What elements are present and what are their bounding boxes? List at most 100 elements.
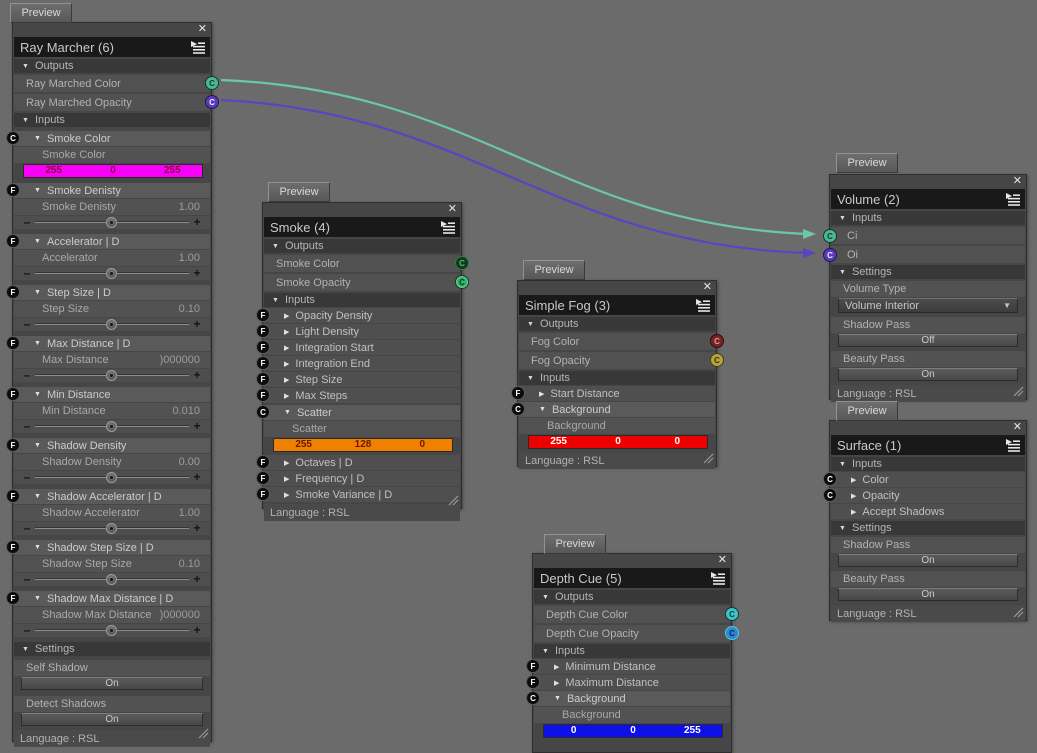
input-port-ci[interactable]: C	[823, 229, 837, 243]
slider-plus-icon[interactable]: +	[192, 522, 202, 535]
color-swatch[interactable]: 0 0 255	[543, 724, 723, 738]
input-row[interactable]: F ▶ Integration End	[256, 356, 460, 371]
input-port[interactable]: F	[6, 489, 20, 503]
output-port-opacity[interactable]: C	[725, 626, 739, 640]
slider-handle[interactable]	[106, 574, 117, 585]
slider-minus-icon[interactable]: –	[22, 267, 32, 280]
collapse-triangle-icon[interactable]: ▼	[34, 391, 41, 398]
expand-triangle-icon[interactable]: ▶	[539, 390, 544, 398]
close-icon[interactable]: ✕	[448, 202, 457, 216]
slider-minus-icon[interactable]: –	[22, 216, 32, 229]
output-port-color[interactable]: C	[455, 256, 469, 270]
input-group[interactable]: F ▼ Shadow Max Distance | D	[6, 591, 210, 606]
input-port[interactable]: F	[256, 356, 270, 370]
slider-minus-icon[interactable]: –	[22, 522, 32, 535]
slider-minus-icon[interactable]: –	[22, 624, 32, 637]
collapse-triangle-icon[interactable]: ▼	[34, 340, 41, 347]
parameter-value[interactable]: 0.010	[172, 405, 200, 417]
parameter-value[interactable]: 1.00	[179, 201, 200, 213]
node-title-bar[interactable]: Simple Fog (3)	[519, 295, 715, 315]
input-port[interactable]: F	[256, 471, 270, 485]
output-port-opacity[interactable]: C	[205, 95, 219, 109]
script-icon[interactable]	[695, 298, 711, 312]
input-row[interactable]: F ▶ Smoke Variance | D	[256, 487, 460, 502]
parameter-value[interactable]: 1.00	[179, 507, 200, 519]
slider[interactable]: – +	[14, 267, 210, 280]
color-swatch[interactable]: 255 128 0	[273, 438, 453, 452]
parameter-value[interactable]: 1.00	[179, 252, 200, 264]
input-port-oi[interactable]: C	[823, 248, 837, 262]
slider-track[interactable]	[35, 471, 189, 484]
input-port[interactable]: F	[256, 324, 270, 338]
collapse-triangle-icon[interactable]: ▼	[527, 321, 534, 328]
slider[interactable]: – +	[14, 471, 210, 484]
collapse-triangle-icon[interactable]: ▼	[34, 238, 41, 245]
collapse-triangle-icon[interactable]: ▼	[527, 375, 534, 382]
preview-button-ray-marcher[interactable]: Preview	[10, 3, 72, 23]
node-title-bar[interactable]: Volume (2)	[831, 189, 1025, 209]
section-inputs[interactable]: ▼ Inputs	[831, 457, 1025, 471]
input-group-scatter[interactable]: C ▼ Scatter	[256, 405, 460, 420]
node-title-bar[interactable]: Surface (1)	[831, 435, 1025, 455]
input-row[interactable]: F ▶ Minimum Distance	[526, 659, 730, 674]
node-title-bar[interactable]: Depth Cue (5)	[534, 568, 730, 588]
input-port[interactable]: C	[823, 488, 837, 502]
collapse-triangle-icon[interactable]: ▼	[34, 135, 41, 142]
input-group[interactable]: F ▼ Smoke Denisty	[6, 183, 210, 198]
input-port[interactable]: F	[256, 372, 270, 386]
slider-track[interactable]	[35, 573, 189, 586]
slider-track[interactable]	[35, 624, 189, 637]
slider-handle[interactable]	[106, 217, 117, 228]
output-port-opacity[interactable]: C	[455, 275, 469, 289]
input-row[interactable]: F ▶ Octaves | D	[256, 455, 460, 470]
parameter-value[interactable]: )000000	[160, 609, 200, 621]
input-group[interactable]: F ▼ Max Distance | D	[6, 336, 210, 351]
input-port[interactable]: F	[6, 234, 20, 248]
preview-button-volume[interactable]: Preview	[836, 153, 898, 173]
slider[interactable]: – +	[14, 624, 210, 637]
input-port[interactable]: F	[256, 455, 270, 469]
preview-button-simple-fog[interactable]: Preview	[523, 260, 585, 280]
slider-track[interactable]	[35, 369, 189, 382]
slider-track[interactable]	[35, 318, 189, 331]
input-port[interactable]: F	[256, 388, 270, 402]
section-outputs[interactable]: ▼ Outputs	[519, 317, 715, 331]
slider-handle[interactable]	[106, 421, 117, 432]
collapse-triangle-icon[interactable]: ▼	[34, 187, 41, 194]
expand-triangle-icon[interactable]: ▶	[284, 376, 289, 384]
node-title-bar[interactable]: Ray Marcher (6)	[14, 37, 210, 57]
input-row[interactable]: F ▶ Light Density	[256, 324, 460, 339]
input-port[interactable]: F	[6, 285, 20, 299]
collapse-triangle-icon[interactable]: ▼	[272, 297, 279, 304]
input-port[interactable]: F	[526, 675, 540, 689]
resize-grip[interactable]	[197, 727, 209, 739]
collapse-triangle-icon[interactable]: ▼	[34, 442, 41, 449]
slider-plus-icon[interactable]: +	[192, 318, 202, 331]
toggle-button-beauty-pass[interactable]: On	[838, 368, 1018, 381]
collapse-triangle-icon[interactable]: ▼	[272, 243, 279, 250]
input-group[interactable]: F ▼ Min Distance	[6, 387, 210, 402]
preview-button-smoke[interactable]: Preview	[268, 182, 330, 202]
resize-grip[interactable]	[1012, 385, 1024, 397]
input-row[interactable]: C ▶ Opacity	[823, 488, 1025, 503]
slider-plus-icon[interactable]: +	[192, 267, 202, 280]
slider-track[interactable]	[35, 267, 189, 280]
collapse-triangle-icon[interactable]: ▼	[839, 269, 846, 276]
input-port[interactable]: C	[6, 131, 20, 145]
input-row[interactable]: F ▶ Max Steps	[256, 388, 460, 403]
section-outputs[interactable]: ▼ Outputs	[14, 59, 210, 73]
collapse-triangle-icon[interactable]: ▼	[839, 215, 846, 222]
slider-minus-icon[interactable]: –	[22, 471, 32, 484]
script-icon[interactable]	[440, 220, 456, 234]
script-icon[interactable]	[1005, 438, 1021, 452]
slider-track[interactable]	[35, 216, 189, 229]
section-inputs[interactable]: ▼ Inputs	[534, 644, 730, 658]
section-inputs[interactable]: ▼ Inputs	[831, 211, 1025, 225]
collapse-triangle-icon[interactable]: ▼	[34, 493, 41, 500]
slider-minus-icon[interactable]: –	[22, 420, 32, 433]
expand-triangle-icon[interactable]: ▶	[284, 312, 289, 320]
slider-handle[interactable]	[106, 319, 117, 330]
slider-track[interactable]	[35, 420, 189, 433]
slider-plus-icon[interactable]: +	[192, 216, 202, 229]
preview-button-depth-cue[interactable]: Preview	[544, 534, 606, 554]
